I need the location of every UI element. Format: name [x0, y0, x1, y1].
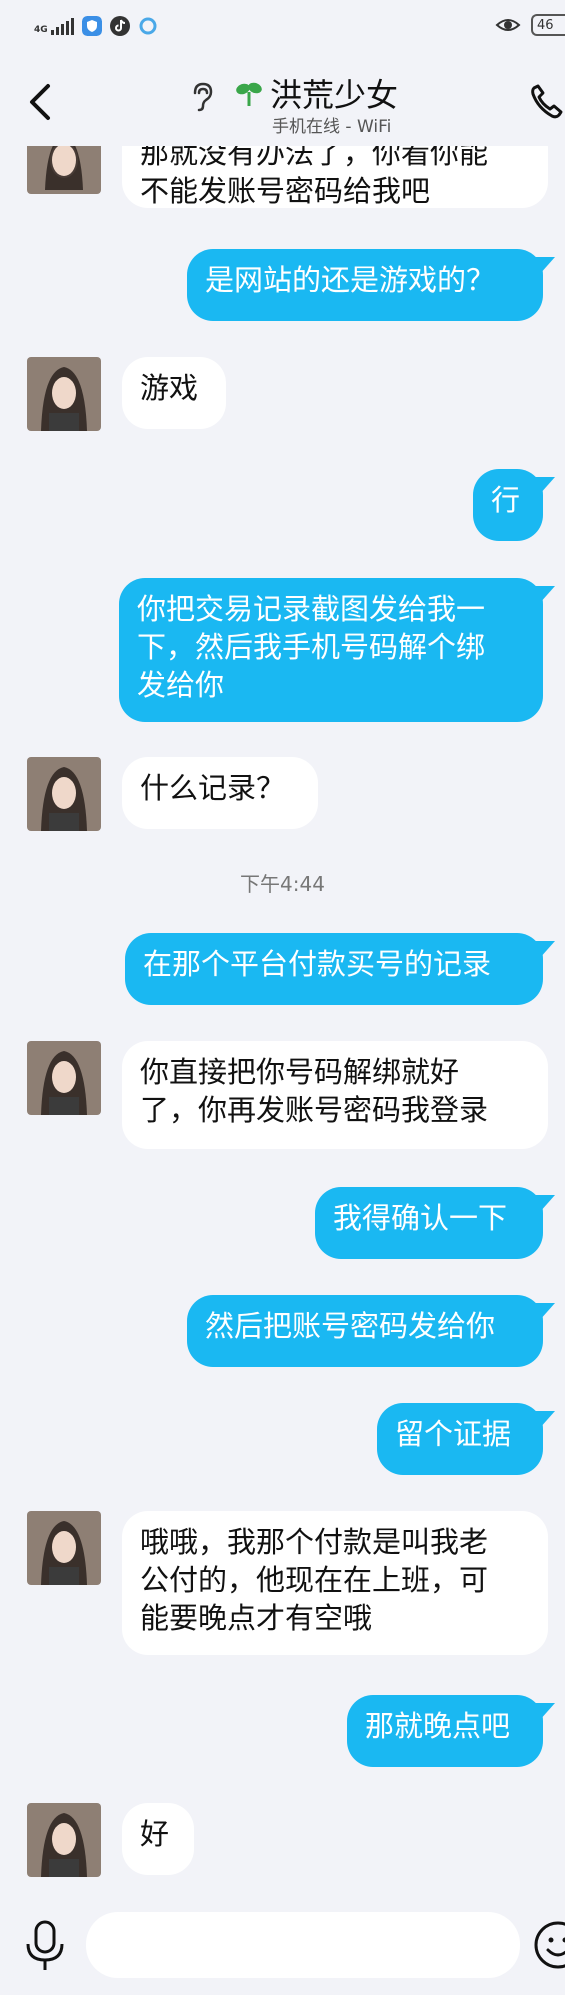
bubble-tail: [533, 1303, 555, 1321]
message-incoming: 什么记录？: [0, 757, 565, 833]
emoji-icon[interactable]: [532, 1918, 565, 1972]
message-outgoing: 在那个平台付款买号的记录: [0, 933, 565, 1005]
avatar[interactable]: [27, 757, 101, 831]
message-bubble[interactable]: 在那个平台付款买号的记录: [125, 933, 543, 1005]
message-bubble[interactable]: 我得确认一下: [315, 1187, 543, 1259]
message-bubble[interactable]: 好: [122, 1803, 194, 1875]
message-bubble[interactable]: 那就晚点吧: [347, 1695, 543, 1767]
message-bubble[interactable]: 那就没有办法了，你看你能 不能发账号密码给我吧: [122, 146, 548, 208]
message-list[interactable]: 那就没有办法了，你看你能 不能发账号密码给我吧 是网站的还是游戏的？ 游戏 行 …: [0, 146, 565, 1896]
message-bubble[interactable]: 什么记录？: [122, 757, 318, 829]
back-arrow-icon[interactable]: [22, 80, 62, 124]
contact-name[interactable]: 洪荒少女: [270, 70, 398, 116]
shield-app-icon: [81, 16, 102, 36]
status-bar: 4G 46: [0, 0, 565, 56]
message-input[interactable]: [86, 1912, 520, 1978]
message-outgoing: 是网站的还是游戏的？: [0, 249, 565, 321]
bubble-tail: [533, 1703, 555, 1721]
avatar[interactable]: [27, 146, 101, 194]
bubble-tail: [533, 257, 555, 275]
message-incoming: 你直接把你号码解绑就好 了，你再发账号密码我登录: [0, 1041, 565, 1153]
battery-indicator: 46: [531, 14, 565, 36]
message-incoming: 哦哦，我那个付款是叫我老 公付的，他现在在上班，可 能要晚点才有空哦: [0, 1511, 565, 1659]
signal-indicator: 4G: [34, 17, 74, 35]
avatar[interactable]: [27, 1511, 101, 1585]
message-outgoing: 那就晚点吧: [0, 1695, 565, 1767]
message-bubble[interactable]: 是网站的还是游戏的？: [187, 249, 543, 321]
qq-app-icon: [139, 17, 157, 35]
message-incoming: 好: [0, 1803, 565, 1879]
microphone-icon[interactable]: [20, 1918, 70, 1974]
timestamp: 下午4:44: [240, 872, 325, 896]
input-bar: [0, 1896, 565, 1995]
message-outgoing: 你把交易记录截图发给我一 下，然后我手机号码解个绑 发给你: [0, 578, 565, 722]
bubble-tail: [533, 1411, 555, 1429]
message-outgoing: 行: [0, 469, 565, 541]
bubble-tail: [533, 477, 555, 495]
message-bubble[interactable]: 留个证据: [377, 1403, 543, 1475]
bubble-tail: [533, 941, 555, 959]
message-bubble[interactable]: 哦哦，我那个付款是叫我老 公付的，他现在在上班，可 能要晚点才有空哦: [122, 1511, 548, 1655]
bubble-tail: [533, 1195, 555, 1213]
message-bubble[interactable]: 游戏: [122, 357, 226, 429]
message-outgoing: 然后把账号密码发给你: [0, 1295, 565, 1367]
battery-level: 46: [537, 17, 554, 33]
ear-mode-icon[interactable]: [188, 80, 216, 112]
eye-comfort-icon: [495, 19, 521, 31]
bubble-tail: [533, 586, 555, 604]
message-outgoing: 留个证据: [0, 1403, 565, 1475]
network-type: 4G: [34, 25, 48, 35]
chat-header: 洪荒少女 手机在线 - WiFi: [0, 60, 565, 146]
avatar[interactable]: [27, 357, 101, 431]
message-outgoing: 我得确认一下: [0, 1187, 565, 1259]
tiktok-app-icon: [109, 16, 130, 36]
message-bubble[interactable]: 你把交易记录截图发给我一 下，然后我手机号码解个绑 发给你: [119, 578, 543, 722]
online-status: 手机在线 - WiFi: [272, 117, 392, 137]
message-bubble[interactable]: 你直接把你号码解绑就好 了，你再发账号密码我登录: [122, 1041, 548, 1149]
message-incoming: 游戏: [0, 357, 565, 433]
sprout-icon: [236, 82, 262, 106]
signal-bars-icon: [50, 17, 74, 35]
avatar[interactable]: [27, 1803, 101, 1877]
phone-call-icon[interactable]: [526, 80, 565, 124]
message-incoming: 那就没有办法了，你看你能 不能发账号密码给我吧: [0, 146, 565, 222]
message-bubble[interactable]: 然后把账号密码发给你: [187, 1295, 543, 1367]
avatar[interactable]: [27, 1041, 101, 1115]
